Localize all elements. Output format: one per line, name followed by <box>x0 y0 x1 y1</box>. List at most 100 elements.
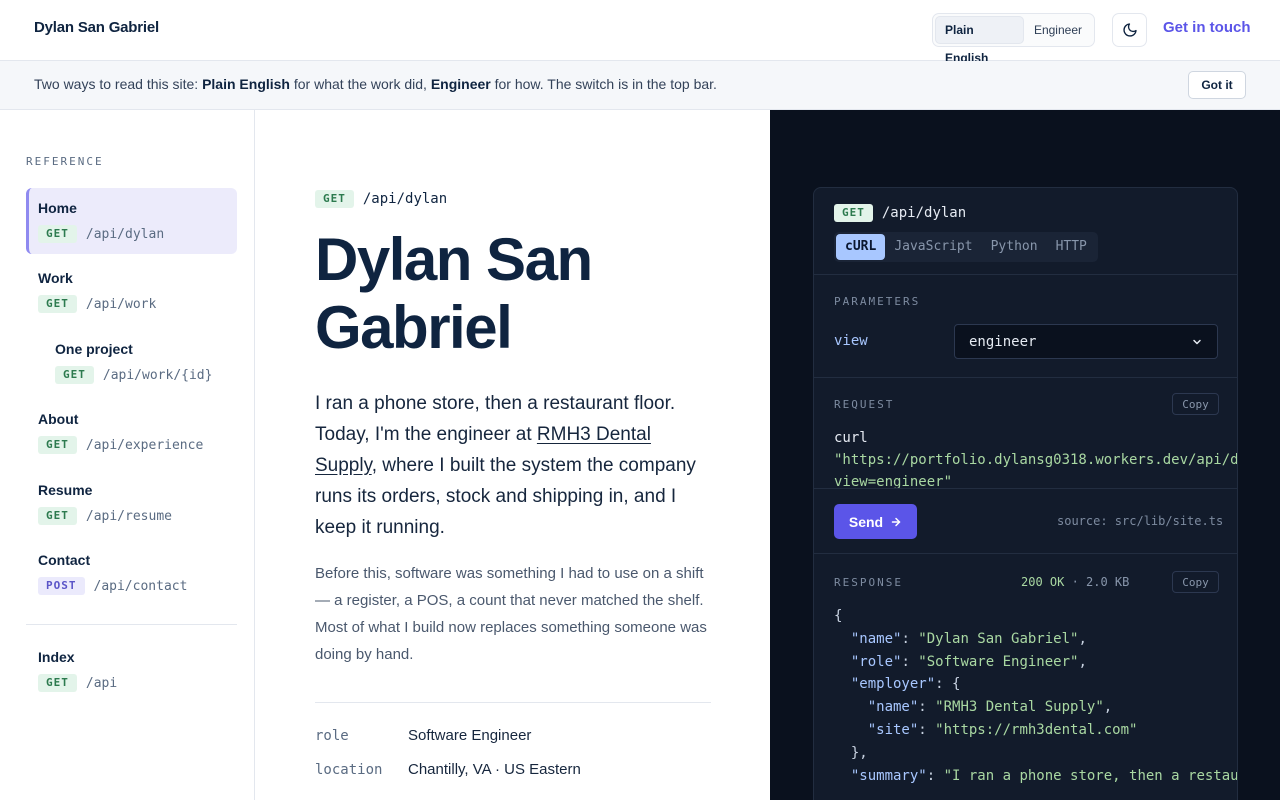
fact-value: Software Engineer <box>408 727 532 744</box>
tab-python[interactable]: Python <box>982 234 1047 260</box>
sidebar-item-label: Index <box>38 649 75 665</box>
endpoint-path: /api/dylan <box>881 205 967 221</box>
sidebar-item-index[interactable]: Index GET/api <box>26 637 237 703</box>
divider <box>315 702 711 703</box>
send-label: Send <box>848 513 884 530</box>
sidebar-title: REFERENCE <box>26 155 104 168</box>
method-badge: POST <box>38 577 85 595</box>
tab-curl[interactable]: cURL <box>836 234 886 260</box>
language-tabs: cURL JavaScript Python HTTP <box>834 232 1098 262</box>
endpoint-path: /api/resume <box>85 508 172 524</box>
request-title: REQUEST <box>834 398 895 411</box>
section-divider <box>814 488 1237 489</box>
parameters-title: PARAMETERS <box>834 295 921 308</box>
curl-keyword: curl <box>834 430 868 446</box>
method-badge: GET <box>38 225 77 243</box>
arrow-right-icon <box>891 517 901 526</box>
curl-url: "https://portfolio.dylansg0318.workers.d… <box>834 452 1238 490</box>
sidebar-item-one-project[interactable]: One project GET/api/work/{id} <box>26 329 237 395</box>
method-badge: GET <box>55 366 94 384</box>
brand-name[interactable]: Dylan San Gabriel <box>34 19 159 36</box>
response-body: { "name": "Dylan San Gabriel", "role": "… <box>834 605 1237 787</box>
status-code: 200 OK <box>1021 575 1065 589</box>
endpoint-path: /api/dylan <box>362 191 448 207</box>
method-badge: GET <box>38 436 77 454</box>
sidebar-item-contact[interactable]: Contact POST/api/contact <box>26 540 237 606</box>
sidebar-item-home[interactable]: Home GET/api/dylan <box>26 188 237 254</box>
view-select-value: engineer <box>969 333 1037 350</box>
param-key-view: view <box>834 333 868 349</box>
response-title: RESPONSE <box>834 576 903 589</box>
fact-key: location <box>315 762 383 778</box>
sidebar-item-label: One project <box>55 341 133 357</box>
view-switch: Plain English Engineer <box>932 13 1095 65</box>
get-in-touch-link[interactable]: Get in touch <box>1163 19 1251 36</box>
endpoint-path: /api/dylan <box>85 226 165 242</box>
endpoint-path: /api/work <box>85 296 157 312</box>
response-size: · 2.0 KB <box>1064 575 1130 589</box>
json-value: RMH3 Dental Supply <box>943 699 1096 716</box>
banner-bold-plain: Plain English <box>202 76 290 92</box>
main-content: GET /api/dylan Dylan San Gabriel I ran a… <box>255 110 770 800</box>
lead-text: , where I built the system the company r… <box>315 455 696 538</box>
send-button[interactable]: Send <box>834 504 917 539</box>
fact-row-role: role Software Engineer <box>315 727 531 744</box>
endpoint-path: /api <box>85 675 118 691</box>
sidebar-item-about[interactable]: About GET/api/experience <box>26 399 237 465</box>
moon-icon <box>1122 23 1137 37</box>
sidebar-item-work[interactable]: Work GET/api/work <box>26 258 237 324</box>
banner-text: Two ways to read this site: <box>34 76 203 92</box>
fact-row-location: location Chantilly, VA · US Eastern <box>315 761 581 778</box>
method-badge: GET <box>38 507 77 525</box>
sidebar-item-label: Resume <box>38 482 93 498</box>
sidebar-item-label: Home <box>38 200 77 216</box>
json-value: I ran a phone store, then a restaurant f… <box>952 767 1238 784</box>
sidebar-item-resume[interactable]: Resume GET/api/resume <box>26 470 237 536</box>
tab-http[interactable]: HTTP <box>1047 234 1096 260</box>
method-badge: GET <box>38 674 77 692</box>
sidebar: REFERENCE Home GET/api/dylan Work GET/ap… <box>0 110 255 800</box>
curl-command: curl "https://portfolio.dylansg0318.work… <box>834 427 1237 493</box>
copy-response-button[interactable]: Copy <box>1172 571 1219 593</box>
method-badge: GET <box>834 204 873 222</box>
info-banner: Two ways to read this site: Plain Englis… <box>0 61 1280 110</box>
banner-message: Two ways to read this site: Plain Englis… <box>34 76 717 92</box>
response-status: 200 OK · 2.0 KB <box>1021 575 1129 589</box>
json-value: https://rmh3dental.com <box>943 721 1130 738</box>
body-paragraph: Before this, software was something I ha… <box>315 565 707 663</box>
top-bar: Dylan San Gabriel Plain English Engineer… <box>0 0 1280 65</box>
lead-paragraph: I ran a phone store, then a restaurant f… <box>315 388 715 543</box>
api-console-panel: GET /api/dylan cURL JavaScript Python HT… <box>770 110 1280 800</box>
theme-toggle-button[interactable] <box>1112 13 1147 47</box>
json-value: Dylan San Gabriel <box>926 630 1071 647</box>
fact-value: Chantilly, VA · US Eastern <box>408 761 581 778</box>
source-path: source: src/lib/site.ts <box>1057 514 1224 528</box>
banner-text: for what the work did, <box>289 76 431 92</box>
banner-text: for how. The switch is in the top bar. <box>490 76 717 92</box>
sidebar-item-label: Work <box>38 270 73 286</box>
sidebar-item-label: About <box>38 411 79 427</box>
section-divider <box>814 553 1237 554</box>
fact-key: role <box>315 728 349 744</box>
endpoint-path: /api/experience <box>85 437 204 453</box>
view-option-plain-english[interactable]: Plain English <box>935 16 1024 65</box>
chevron-down-icon <box>1193 339 1201 344</box>
section-divider <box>814 274 1237 275</box>
page-endpoint: GET /api/dylan <box>315 190 447 208</box>
method-badge: GET <box>38 295 77 313</box>
console-endpoint: GET /api/dylan <box>834 204 966 222</box>
view-select[interactable]: engineer <box>954 324 1218 359</box>
page-title: Dylan San Gabriel <box>315 226 593 361</box>
view-option-engineer[interactable]: Engineer <box>1024 16 1092 44</box>
json-value: Software Engineer <box>926 653 1071 670</box>
method-badge: GET <box>315 190 354 208</box>
sidebar-item-label: Contact <box>38 552 91 568</box>
copy-request-button[interactable]: Copy <box>1172 393 1219 415</box>
banner-bold-engineer: Engineer <box>430 76 491 92</box>
tab-javascript[interactable]: JavaScript <box>885 234 981 260</box>
got-it-button[interactable]: Got it <box>1188 71 1246 99</box>
sidebar-divider <box>26 624 237 625</box>
section-divider <box>814 377 1237 378</box>
endpoint-path: /api/work/{id} <box>102 367 213 383</box>
endpoint-path: /api/contact <box>93 578 188 594</box>
